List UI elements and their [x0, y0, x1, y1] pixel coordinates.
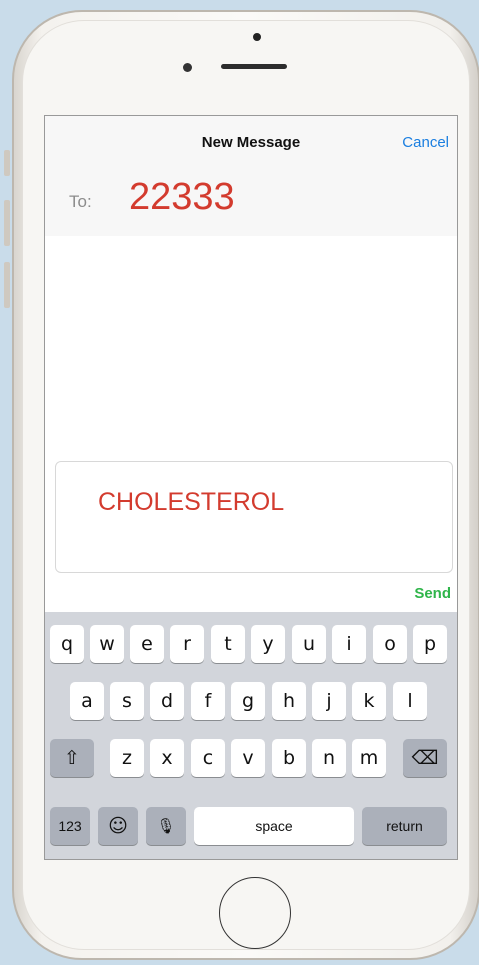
keyboard: q w e r t y u i o p a s d f g h j k l ⇧ …: [45, 612, 457, 859]
key-w[interactable]: w: [90, 625, 124, 663]
key-j[interactable]: j: [312, 682, 346, 720]
volume-up-button: [4, 200, 10, 246]
key-z[interactable]: z: [110, 739, 144, 777]
key-o[interactable]: o: [373, 625, 407, 663]
phone-screen: New Message Cancel To: 22333 CHOLESTEROL…: [44, 115, 458, 860]
microphone-icon: 🎙: [156, 817, 176, 835]
recipient-value[interactable]: 22333: [129, 176, 235, 219]
front-camera: [253, 33, 261, 41]
key-f[interactable]: f: [191, 682, 225, 720]
page-title: New Message: [201, 134, 301, 151]
numbers-key[interactable]: 123: [50, 807, 90, 845]
key-p[interactable]: p: [413, 625, 447, 663]
space-key[interactable]: space: [194, 807, 354, 845]
mute-switch: [4, 150, 10, 176]
key-m[interactable]: m: [352, 739, 386, 777]
dictation-key[interactable]: 🎙: [146, 807, 186, 845]
return-key[interactable]: return: [362, 807, 447, 845]
key-e[interactable]: e: [130, 625, 164, 663]
message-text: CHOLESTEROL: [98, 488, 285, 516]
key-b[interactable]: b: [272, 739, 306, 777]
recipient-field[interactable]: To: 22333: [45, 170, 457, 237]
recipient-label: To:: [69, 192, 92, 211]
emoji-icon: ☺: [108, 815, 128, 837]
key-g[interactable]: g: [231, 682, 265, 720]
key-h[interactable]: h: [272, 682, 306, 720]
key-y[interactable]: y: [251, 625, 285, 663]
send-button[interactable]: Send: [414, 585, 451, 602]
cancel-button[interactable]: Cancel: [402, 134, 449, 151]
key-a[interactable]: a: [70, 682, 104, 720]
volume-down-button: [4, 262, 10, 308]
key-s[interactable]: s: [110, 682, 144, 720]
key-q[interactable]: q: [50, 625, 84, 663]
delete-key[interactable]: ⌫: [403, 739, 447, 777]
earpiece-speaker: [221, 64, 287, 69]
shift-key[interactable]: ⇧: [50, 739, 94, 777]
key-k[interactable]: k: [352, 682, 386, 720]
message-thread: [45, 236, 457, 448]
key-d[interactable]: d: [150, 682, 184, 720]
home-button[interactable]: [219, 877, 291, 949]
key-r[interactable]: r: [170, 625, 204, 663]
key-u[interactable]: u: [292, 625, 326, 663]
key-i[interactable]: i: [332, 625, 366, 663]
key-x[interactable]: x: [150, 739, 184, 777]
key-v[interactable]: v: [231, 739, 265, 777]
key-n[interactable]: n: [312, 739, 346, 777]
nav-bar: New Message Cancel: [45, 116, 457, 171]
proximity-sensor: [183, 63, 192, 72]
key-t[interactable]: t: [211, 625, 245, 663]
backspace-icon: ⌫: [411, 747, 439, 769]
emoji-key[interactable]: ☺: [98, 807, 138, 845]
shift-icon: ⇧: [64, 747, 80, 769]
key-l[interactable]: l: [393, 682, 427, 720]
message-input[interactable]: CHOLESTEROL: [55, 461, 453, 573]
key-c[interactable]: c: [191, 739, 225, 777]
